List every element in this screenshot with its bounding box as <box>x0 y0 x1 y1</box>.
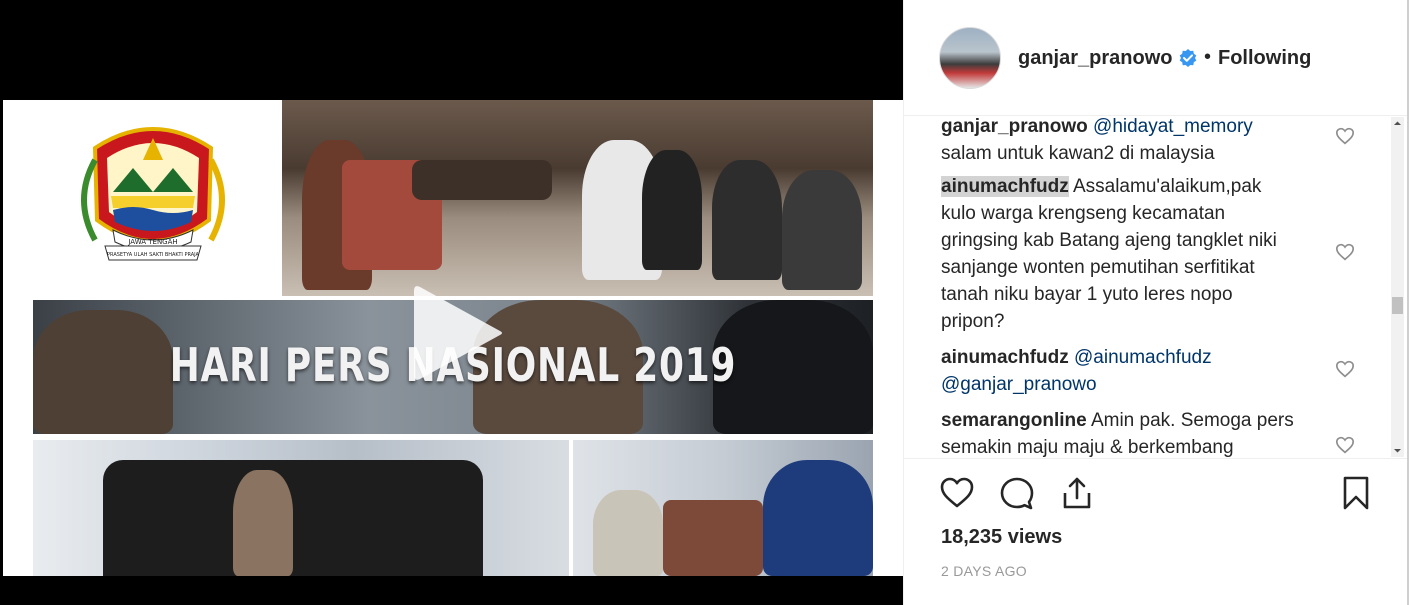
avatar[interactable] <box>939 27 1001 89</box>
logo-ribbon-text: JAWA TENGAH <box>127 238 177 246</box>
logo-motto-text: PRASETYA ULAH SAKTI BHAKTI PRAJA <box>107 252 200 258</box>
post-timestamp[interactable]: 2 DAYS AGO <box>941 563 1027 579</box>
comment-text: Assalamu'alaikum,pak kulo warga krengsen… <box>941 176 1277 332</box>
comment-mention[interactable]: @ganjar_pranowo <box>941 374 1097 395</box>
comment-mention[interactable]: @hidayat_memory <box>1093 117 1253 137</box>
play-icon[interactable] <box>408 283 508 383</box>
following-button[interactable]: Following <box>1218 47 1311 70</box>
comment-author[interactable]: ganjar_pranowo <box>941 117 1088 137</box>
comment-author[interactable]: semarangonline <box>941 410 1087 431</box>
photo-audience <box>573 440 873 576</box>
comment-icon[interactable] <box>999 475 1035 511</box>
heart-icon[interactable] <box>1335 360 1355 378</box>
separator-dot: • <box>1204 46 1212 68</box>
action-bar <box>904 458 1409 528</box>
header-username[interactable]: ganjar_pranowo <box>1018 47 1172 70</box>
comments-scrollbar[interactable] <box>1391 117 1404 457</box>
comment-item: ganjar_pranowo @hidayat_memory salam unt… <box>941 117 1301 167</box>
jawa-tengah-logo: JAWA TENGAH PRASETYA ULAH SAKTI BHAKTI P… <box>3 100 282 296</box>
video-player[interactable]: JAWA TENGAH PRASETYA ULAH SAKTI BHAKTI P… <box>0 0 903 605</box>
heart-icon[interactable] <box>1335 436 1355 454</box>
comment-text: salam untuk kawan2 di malaysia <box>941 143 1215 164</box>
scroll-up-arrow-icon[interactable] <box>1391 117 1404 130</box>
heart-icon[interactable] <box>1335 127 1355 145</box>
scrollbar-thumb[interactable] <box>1392 297 1403 314</box>
post-header: ganjar_pranowo • Following <box>904 0 1409 116</box>
comment-item: semarangonline Amin pak. Semoga pers sem… <box>941 407 1301 457</box>
heart-icon[interactable] <box>1335 243 1355 261</box>
like-heart-icon[interactable] <box>939 475 975 511</box>
letterbox-bottom <box>0 576 903 605</box>
bookmark-icon[interactable] <box>1338 475 1374 511</box>
comment-item: ainumachfudz @ainumachfudz @ganjar_prano… <box>941 344 1301 398</box>
letterbox-top <box>0 0 903 100</box>
photo-group <box>33 440 569 576</box>
comments-list: ganjar_pranowo @hidayat_memory salam unt… <box>904 117 1409 457</box>
comment-author[interactable]: ainumachfudz <box>941 176 1069 197</box>
comment-mention[interactable]: @ainumachfudz <box>1074 347 1212 368</box>
comment-item: ainumachfudz Assalamu'alaikum,pak kulo w… <box>941 173 1301 335</box>
share-icon[interactable] <box>1059 475 1095 511</box>
photo-press-discussion <box>282 100 873 296</box>
comment-author[interactable]: ainumachfudz <box>941 347 1069 368</box>
view-count[interactable]: 18,235 views <box>941 526 1062 549</box>
verified-badge-icon <box>1179 49 1197 67</box>
post-panel: ganjar_pranowo • Following ganjar_pranow… <box>903 0 1409 605</box>
scroll-down-arrow-icon[interactable] <box>1391 444 1404 457</box>
